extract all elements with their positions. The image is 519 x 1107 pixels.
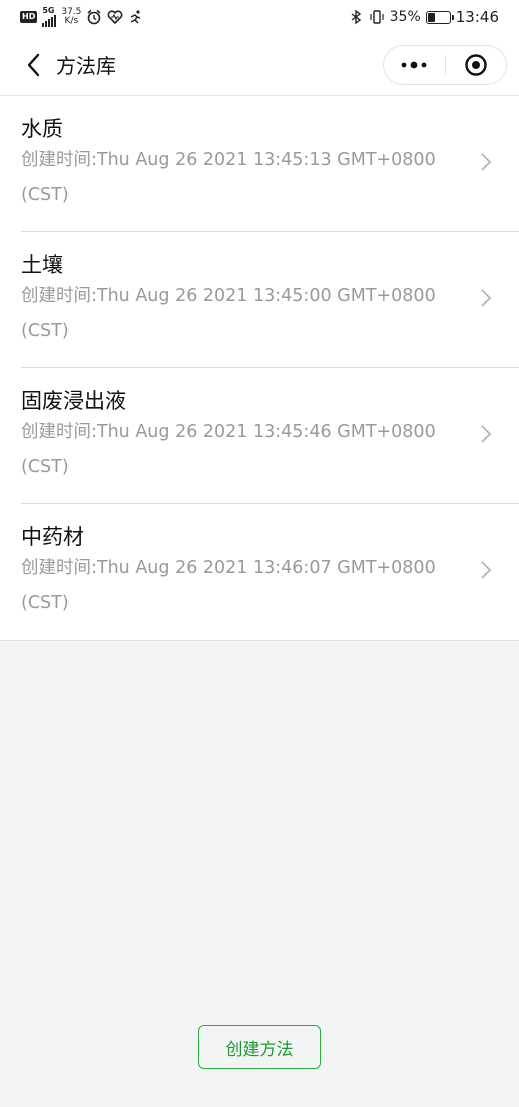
clock: 13:46	[455, 8, 499, 26]
method-created-time: 创建时间:Thu Aug 26 2021 13:45:13 GMT+0800 (…	[21, 150, 436, 205]
nav-bar: 方法库	[0, 34, 519, 96]
method-name: 水质	[21, 117, 63, 141]
running-icon	[131, 10, 141, 24]
heart-icon	[107, 10, 123, 25]
back-button[interactable]	[14, 45, 52, 85]
chevron-right-icon	[481, 425, 492, 443]
method-created-time: 创建时间:Thu Aug 26 2021 13:45:46 GMT+0800 (…	[21, 422, 436, 477]
hd-badge: HD	[20, 11, 38, 23]
page-title: 方法库	[56, 54, 116, 78]
vibrate-icon	[370, 10, 384, 24]
battery-fill	[427, 12, 436, 22]
chevron-right-icon	[481, 153, 492, 171]
chevron-right-icon	[481, 289, 492, 307]
network-speed: 37.5 K/s	[61, 8, 81, 26]
create-method-button[interactable]: 创建方法	[198, 1025, 321, 1069]
network-indicator: 5G	[42, 6, 57, 27]
list-item[interactable]: 水质 创建时间:Thu Aug 26 2021 13:45:13 GMT+080…	[0, 96, 519, 232]
list-item[interactable]: 土壤 创建时间:Thu Aug 26 2021 13:45:00 GMT+080…	[0, 232, 519, 368]
speed-unit: K/s	[64, 16, 79, 26]
more-dots-icon	[401, 61, 427, 69]
status-right: 35% 13:46	[348, 8, 499, 26]
method-list: 水质 创建时间:Thu Aug 26 2021 13:45:13 GMT+080…	[0, 96, 519, 641]
chevron-right-icon	[481, 561, 492, 579]
battery-percent: 35%	[389, 9, 421, 25]
mini-program-capsule	[383, 45, 507, 85]
method-created-time: 创建时间:Thu Aug 26 2021 13:45:00 GMT+0800 (…	[21, 286, 436, 341]
target-circle-icon	[465, 54, 487, 76]
method-name: 中药材	[21, 525, 84, 549]
alarm-icon	[87, 9, 101, 25]
status-bar: HD 5G 37.5 K/s 35% 13:46	[0, 0, 519, 34]
method-created-time: 创建时间:Thu Aug 26 2021 13:46:07 GMT+0800 (…	[21, 558, 436, 613]
network-type: 5G	[42, 6, 55, 15]
list-item[interactable]: 固废浸出液 创建时间:Thu Aug 26 2021 13:45:46 GMT+…	[0, 368, 519, 504]
bluetooth-icon	[351, 9, 361, 25]
status-left: HD 5G 37.5 K/s	[20, 7, 144, 27]
list-item[interactable]: 中药材 创建时间:Thu Aug 26 2021 13:46:07 GMT+08…	[0, 504, 519, 640]
signal-icon	[42, 15, 57, 27]
method-name: 土壤	[21, 253, 63, 277]
chevron-left-icon	[27, 53, 40, 76]
close-mini-program-button[interactable]	[446, 46, 507, 84]
more-button[interactable]	[384, 46, 445, 84]
method-name: 固废浸出液	[21, 389, 126, 413]
battery-icon	[425, 10, 454, 24]
